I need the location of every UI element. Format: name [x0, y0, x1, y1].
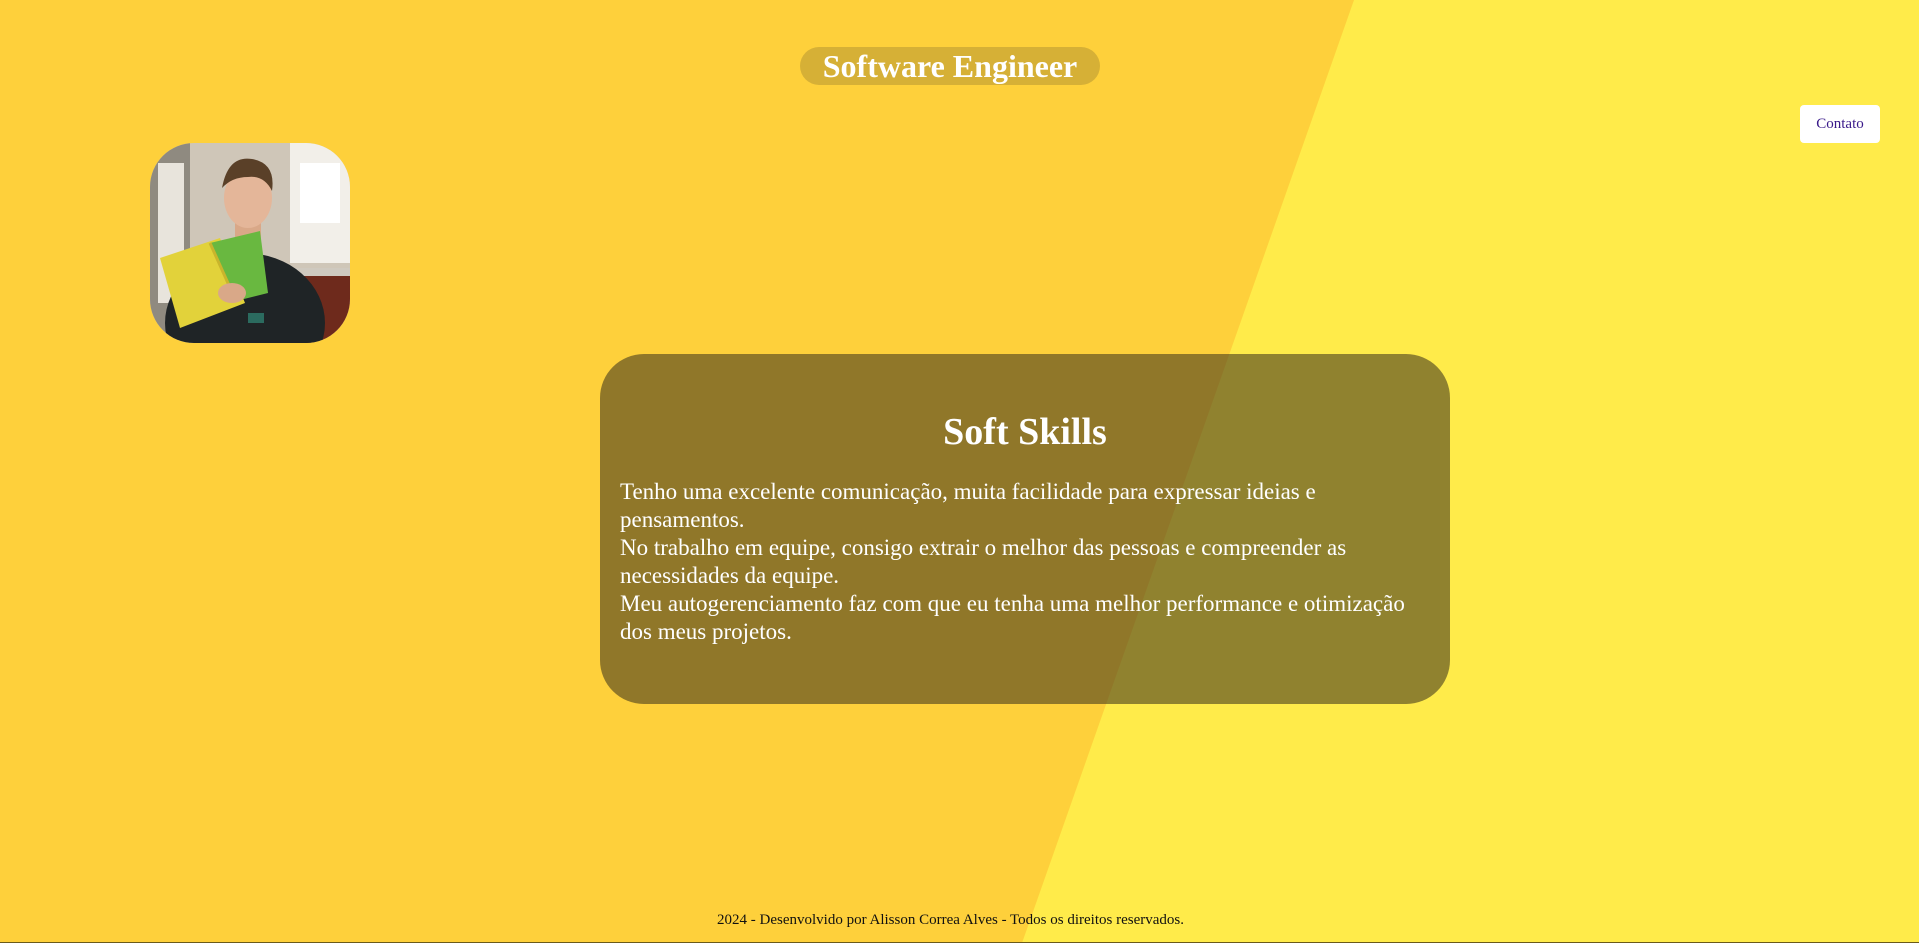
soft-skills-text: Tenho uma excelente comunicação, muita f… [620, 478, 1430, 646]
soft-skills-title: Soft Skills [943, 411, 1107, 453]
skill-self-management-text: Meu autogerenciamento faz com que eu ten… [620, 591, 1405, 644]
footer-text: 2024 - Desenvolvido por Alisson Correa A… [717, 912, 1184, 928]
avatar [150, 143, 350, 343]
skill-communication-text: Tenho uma excelente comunicação, muita f… [620, 479, 1316, 532]
contact-button[interactable]: Contato [1800, 105, 1880, 143]
soft-skills-card: Soft Skills Tenho uma excelente comunica… [600, 354, 1450, 704]
skill-teamwork-text: No trabalho em equipe, consigo extrair o… [620, 535, 1347, 588]
profile-photo-icon [150, 143, 350, 343]
page-title: Software Engineer [800, 47, 1100, 85]
